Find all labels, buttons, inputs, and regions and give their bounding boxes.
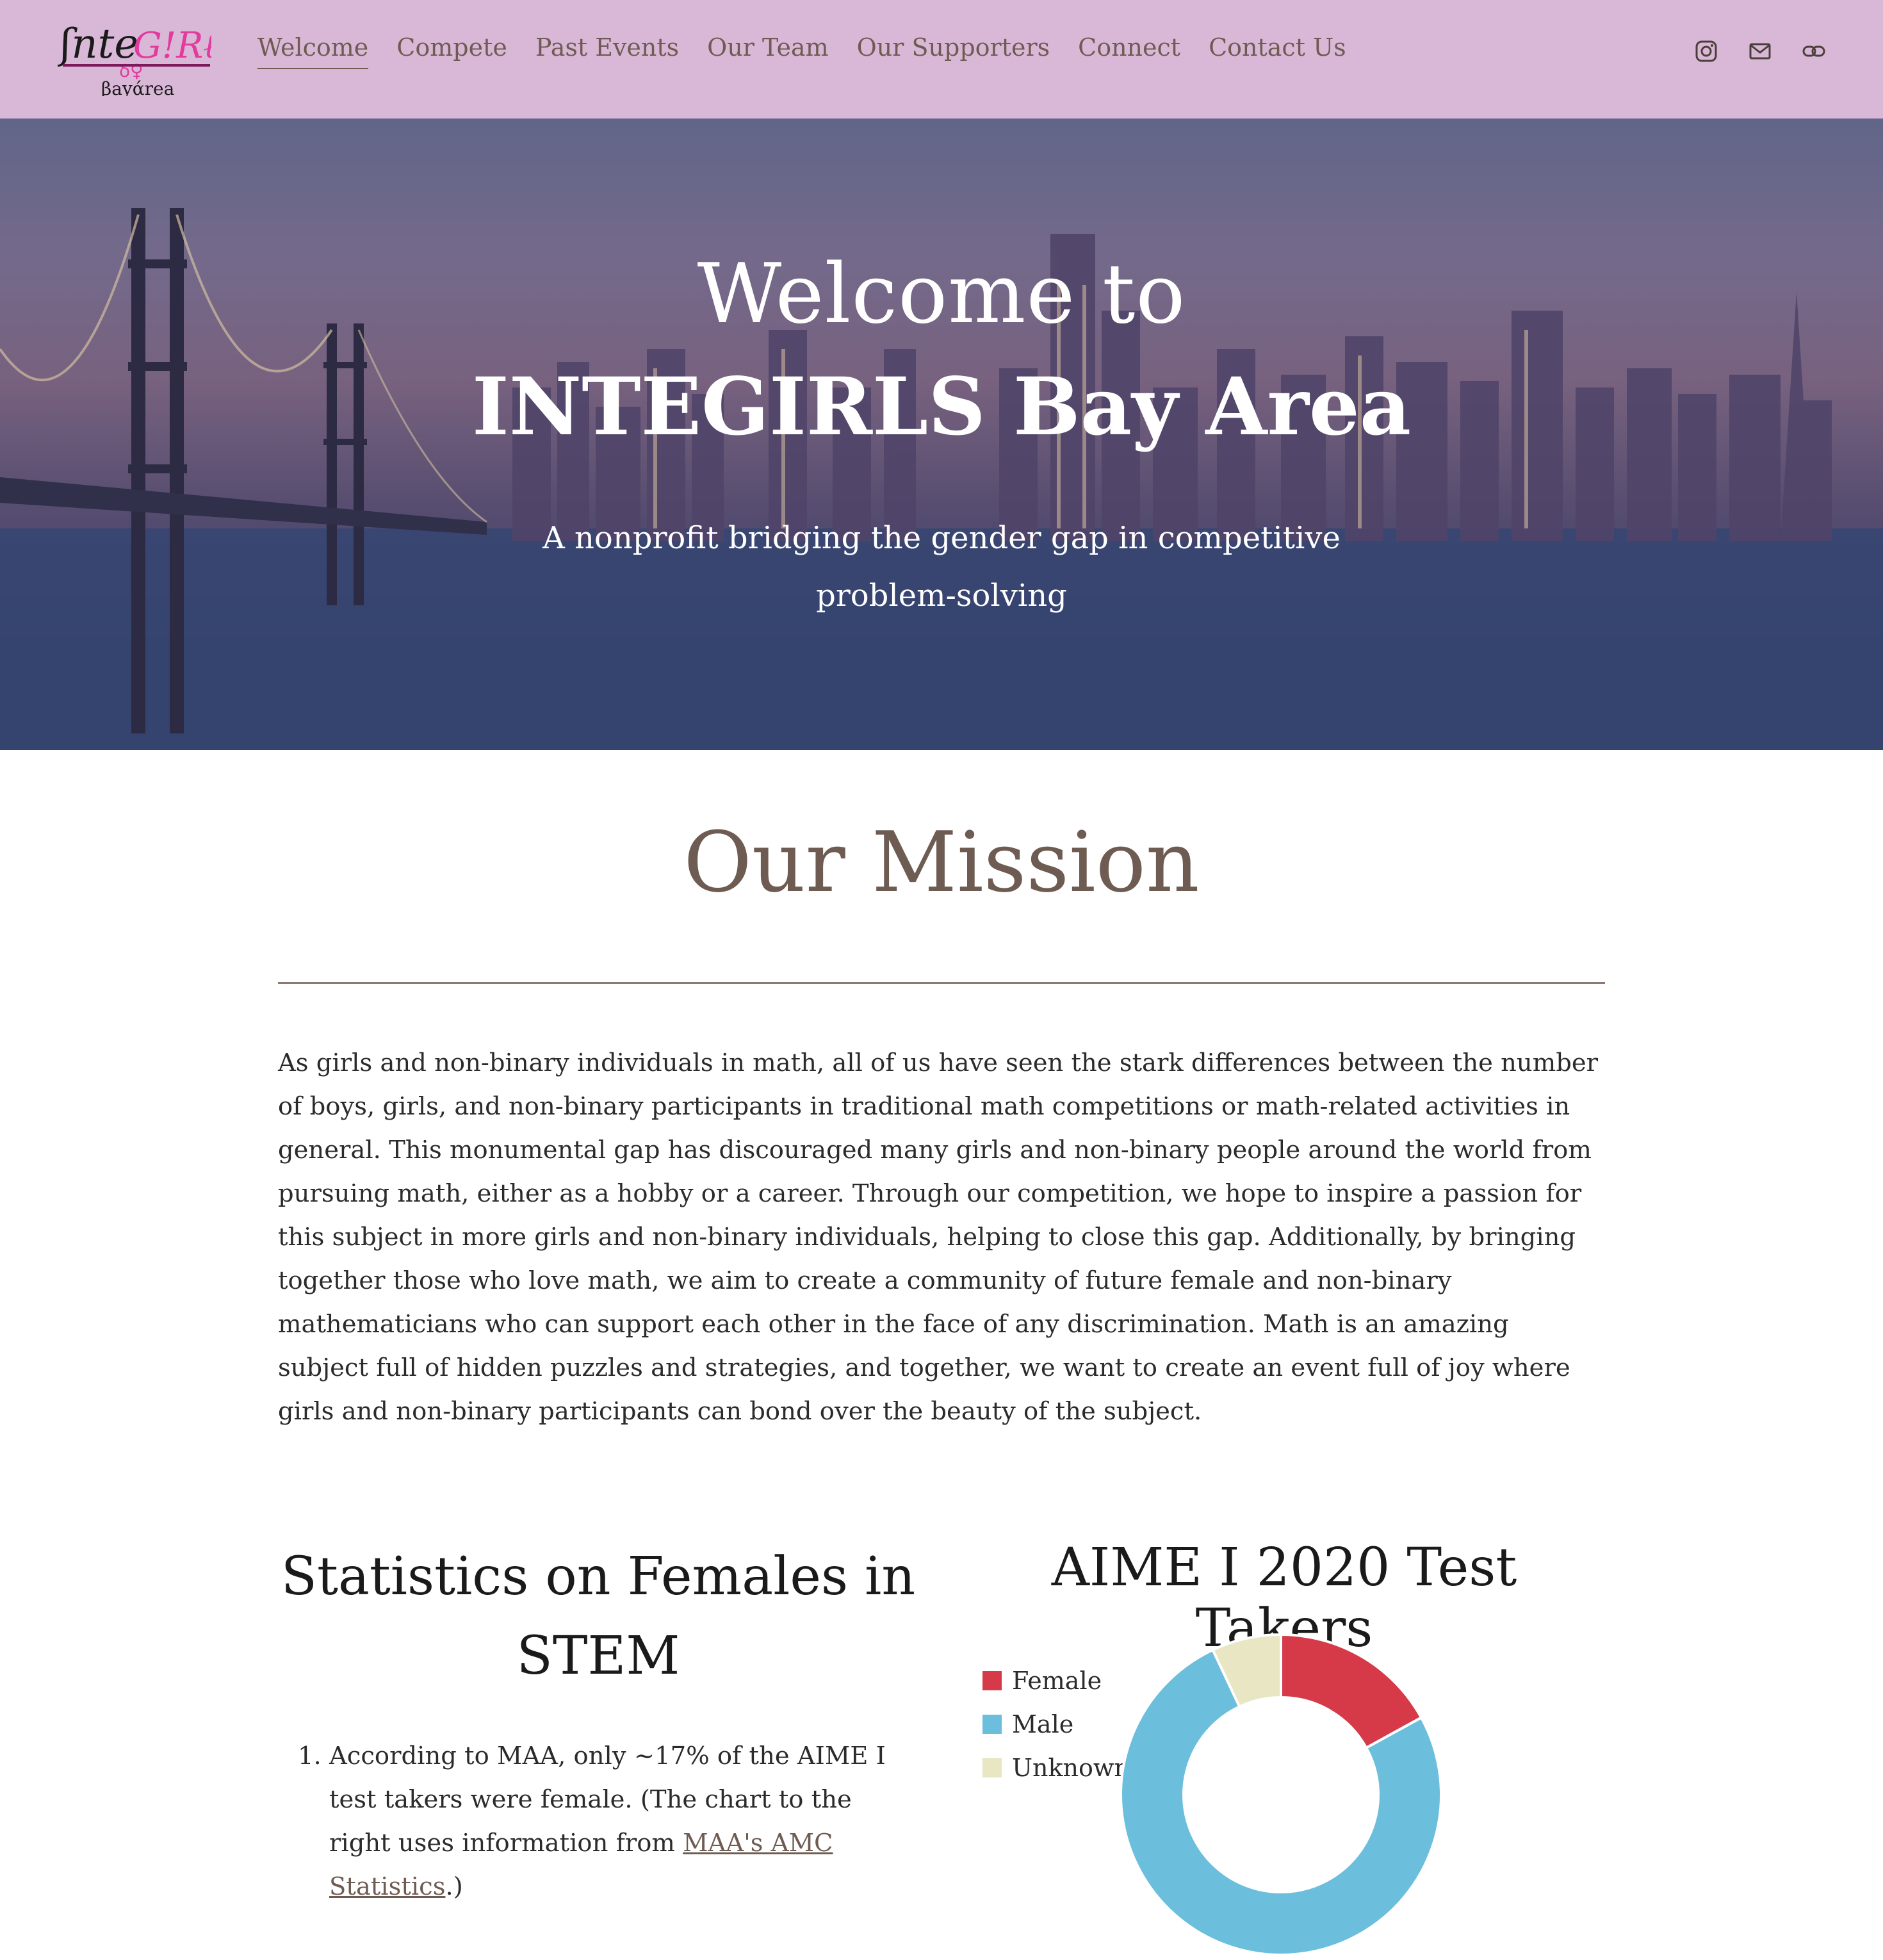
section-divider: [278, 982, 1605, 984]
nav-contact-us[interactable]: Contact Us: [1209, 33, 1346, 69]
nav-compete[interactable]: Compete: [396, 33, 507, 69]
legend-swatch-female: [982, 1671, 1002, 1690]
legend-item-male[interactable]: Male: [982, 1703, 1130, 1746]
mission-heading: Our Mission: [683, 813, 1200, 911]
mission-paragraph: As girls and non-binary individuals in m…: [278, 1049, 1599, 1426]
stats-heading: Statistics on Females in STEM: [281, 1546, 916, 1686]
main-nav: Welcome Compete Past Events Our Team Our…: [257, 33, 1374, 69]
list-item: According to MAA, only ~17% of the AIME …: [329, 1735, 906, 1909]
svg-text:G!Rℓɕ: G!Rℓɕ: [133, 25, 211, 67]
svg-text:βayάrea: βayάrea: [101, 78, 174, 96]
link-icon[interactable]: [1801, 38, 1827, 64]
nav-past-events[interactable]: Past Events: [535, 33, 679, 69]
hero-subtitle: A nonprofit bridging the gender gap in c…: [542, 520, 1341, 614]
legend-item-unknown[interactable]: Unknown: [982, 1746, 1130, 1790]
stats-list: According to MAA, only ~17% of the AIME …: [301, 1735, 906, 1909]
hero-heading-line1: Welcome to: [697, 247, 1186, 342]
instagram-icon[interactable]: [1693, 38, 1719, 64]
nav-our-supporters[interactable]: Our Supporters: [857, 33, 1050, 69]
legend-label-male: Male: [1012, 1710, 1074, 1738]
chart-legend: Female Male Unknown: [982, 1659, 1130, 1790]
hero-banner: Welcome to INTEGIRLS Bay Area A nonprofi…: [0, 118, 1883, 750]
legend-label-unknown: Unknown: [1012, 1754, 1130, 1782]
site-header: ʃnte G!Rℓɕ δ♀ βayάrea Welcome Compete Pa…: [0, 0, 1883, 118]
nav-welcome[interactable]: Welcome: [257, 33, 369, 69]
legend-swatch-unknown: [982, 1758, 1002, 1777]
nav-our-team[interactable]: Our Team: [707, 33, 828, 69]
nav-connect[interactable]: Connect: [1078, 33, 1180, 69]
legend-label-female: Female: [1012, 1667, 1102, 1695]
aime-donut-chart: [1120, 1633, 1442, 1956]
hero-heading-line2: INTEGIRLS Bay Area: [471, 361, 1412, 453]
legend-item-female[interactable]: Female: [982, 1659, 1130, 1703]
stats-item-text-end: .): [445, 1872, 463, 1901]
site-logo[interactable]: ʃnte G!Rℓɕ δ♀ βayάrea: [53, 6, 238, 99]
legend-swatch-male: [982, 1715, 1002, 1734]
email-icon[interactable]: [1747, 38, 1773, 64]
